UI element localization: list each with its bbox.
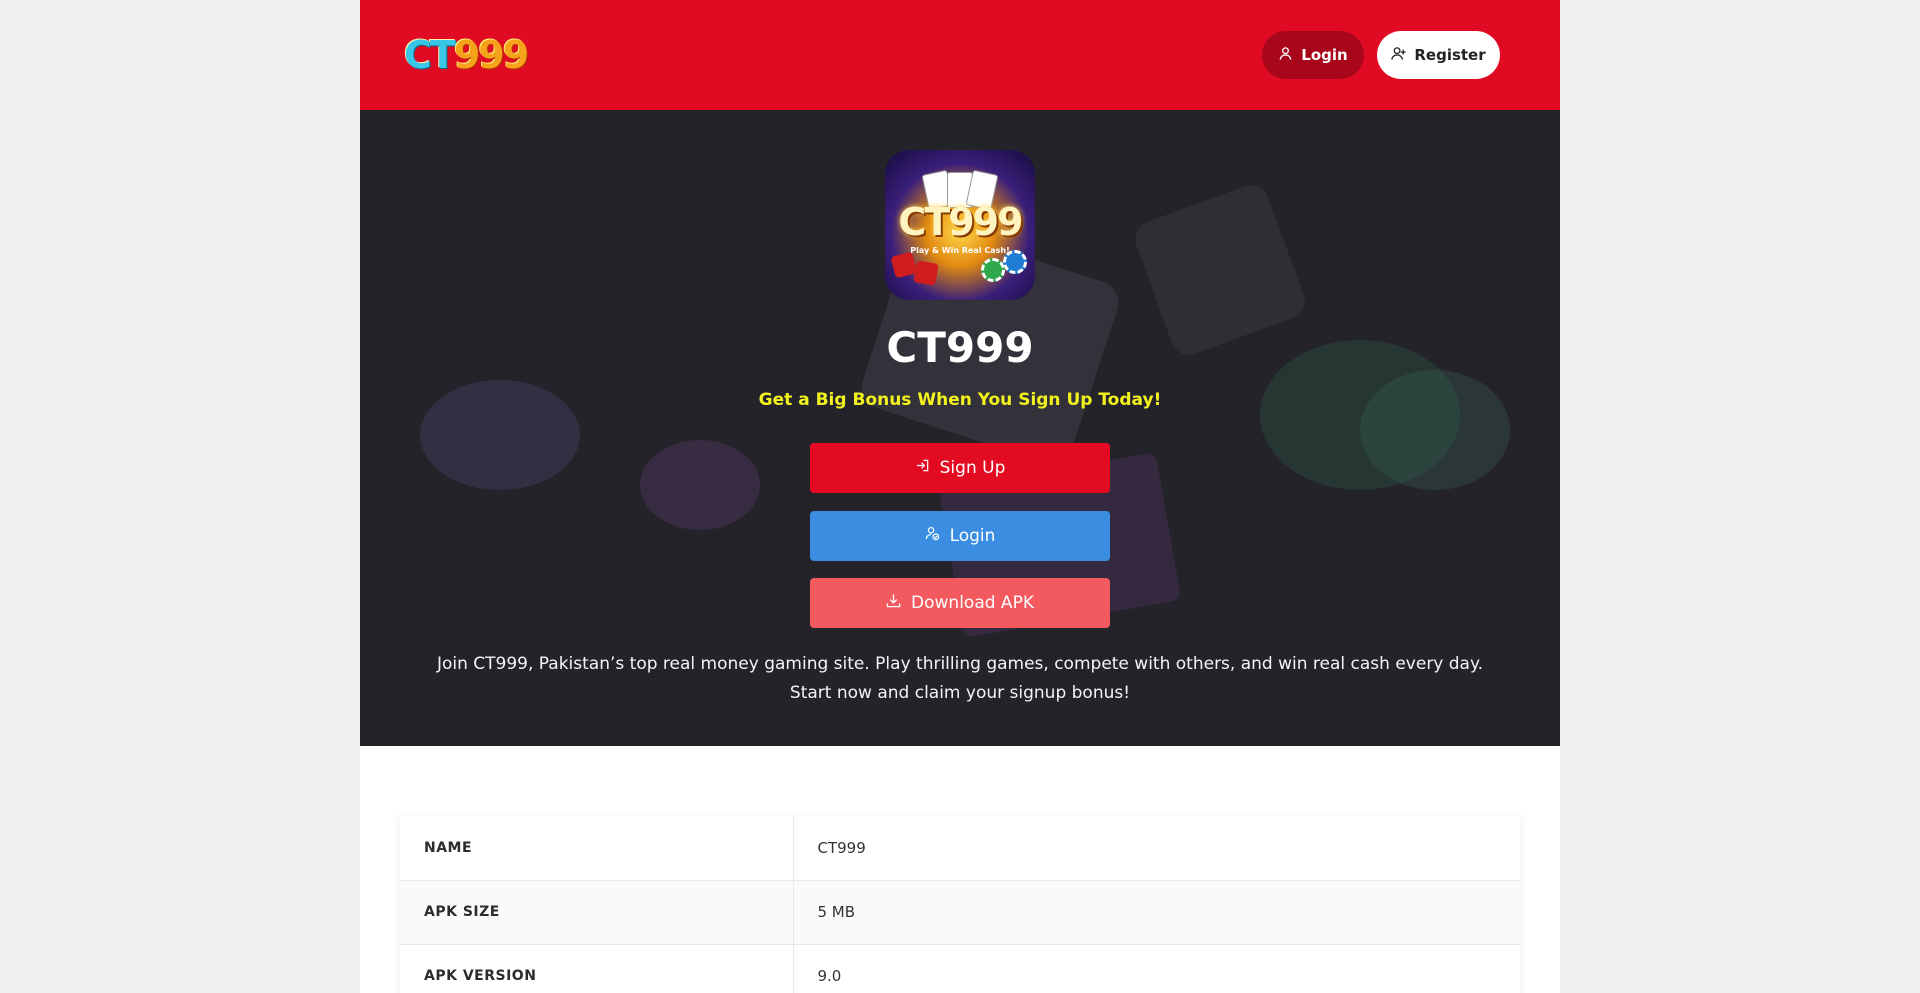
site-logo[interactable]: CT999: [404, 30, 529, 80]
table-row: APK SIZE 5 MB: [400, 880, 1520, 945]
table-key: NAME: [400, 816, 794, 881]
table-value: 9.0: [793, 944, 1520, 993]
login-button[interactable]: Login: [810, 511, 1110, 561]
logo-ct: CT: [404, 33, 456, 77]
page-container: CT999 Login Register CT999 Play & Win Re…: [360, 0, 1560, 993]
background-chip-decoration-4: [1360, 370, 1510, 490]
poker-chip-icon: [1003, 250, 1027, 274]
table-value: CT999: [793, 816, 1520, 881]
site-header: CT999 Login Register: [360, 0, 1560, 110]
table-key: APK VERSION: [400, 944, 794, 993]
header-login-button[interactable]: Login: [1262, 31, 1364, 79]
download-apk-button[interactable]: Download APK: [810, 578, 1110, 628]
table-value: 5 MB: [793, 880, 1520, 945]
table-row: APK VERSION 9.0: [400, 944, 1520, 993]
sign-in-arrow-icon: [915, 458, 930, 478]
dice-icon: [913, 260, 939, 286]
header-login-label: Login: [1301, 46, 1348, 64]
signup-label: Sign Up: [939, 458, 1006, 478]
app-info-table: NAME CT999 APK SIZE 5 MB APK VERSION 9.0: [400, 816, 1520, 993]
header-register-button[interactable]: Register: [1377, 31, 1500, 79]
app-icon-text: CT999: [898, 200, 1023, 244]
user-icon: [1278, 46, 1293, 65]
logo-number: 999: [453, 33, 529, 77]
download-label: Download APK: [911, 593, 1034, 613]
header-register-label: Register: [1414, 46, 1486, 64]
table-key: APK SIZE: [400, 880, 794, 945]
hero-title: CT999: [886, 323, 1034, 372]
hero-description: Join CT999, Pakistan’s top real money ga…: [436, 654, 1484, 703]
table-row: NAME CT999: [400, 816, 1520, 881]
login-label: Login: [949, 526, 996, 546]
signup-button[interactable]: Sign Up: [810, 443, 1110, 493]
user-check-icon: [925, 526, 940, 546]
user-plus-icon: [1391, 46, 1406, 65]
hero-section: CT999 Play & Win Real Cash! CT999 Get a …: [360, 110, 1560, 746]
background-chip-decoration-2: [640, 440, 760, 530]
app-icon: CT999 Play & Win Real Cash!: [885, 150, 1035, 300]
poker-chip-icon: [981, 258, 1005, 282]
hero-tagline: Get a Big Bonus When You Sign Up Today!: [758, 390, 1162, 410]
download-icon: [886, 593, 901, 613]
